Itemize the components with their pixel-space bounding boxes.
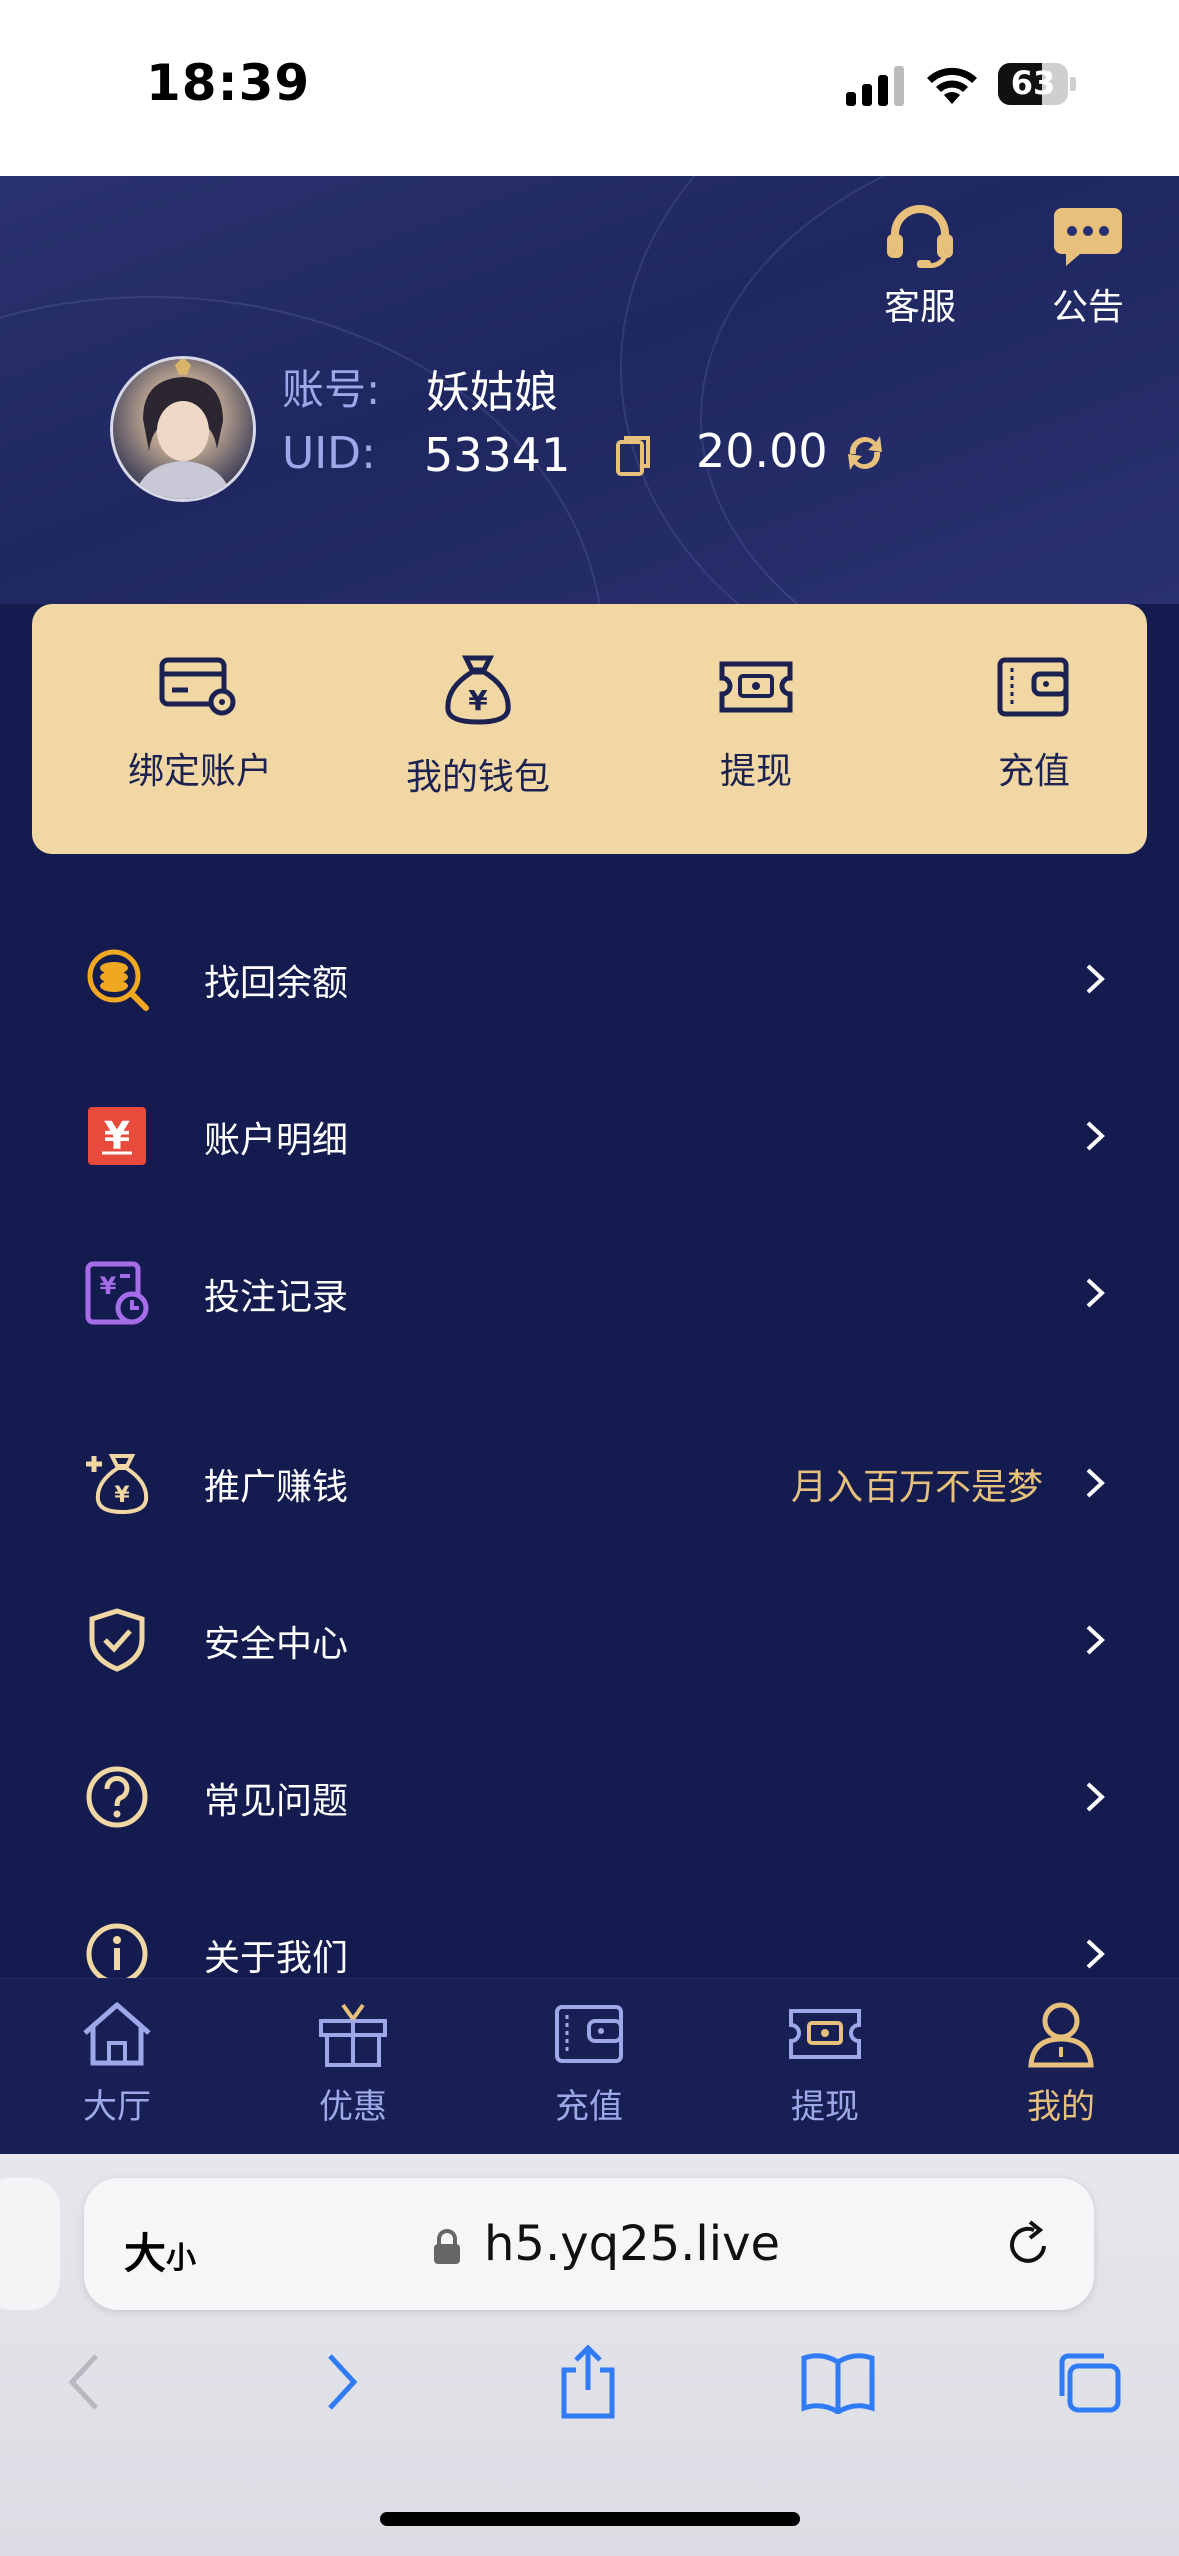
tab-label: 优惠 bbox=[319, 2087, 387, 2127]
quick-action-label: 绑定账户 bbox=[127, 751, 272, 792]
balance-amount: 20.00 bbox=[696, 424, 828, 478]
quick-action-label: 充值 bbox=[997, 751, 1070, 792]
status-time: 18:39 bbox=[146, 54, 311, 112]
menu-item-security-center[interactable]: 安全中心 bbox=[0, 1561, 1179, 1717]
text-size-big: 大 bbox=[124, 2229, 167, 2278]
coin-search-icon bbox=[87, 949, 149, 1011]
tab-label: 我的 bbox=[1027, 2087, 1095, 2127]
lock-icon bbox=[434, 2229, 460, 2264]
refresh-balance-icon[interactable] bbox=[842, 430, 888, 476]
svg-text:¥: ¥ bbox=[114, 1483, 130, 1508]
chevron-right-icon bbox=[1086, 1939, 1105, 1969]
tab-label: 提现 bbox=[791, 2087, 859, 2127]
tab-mine[interactable]: 我的 bbox=[986, 1999, 1136, 2128]
question-circle-icon bbox=[86, 1766, 148, 1828]
yuan-ledger-icon: ¥ bbox=[88, 1107, 146, 1165]
menu-item-label: 常见问题 bbox=[204, 1781, 349, 1822]
tabs-icon[interactable] bbox=[1054, 2350, 1124, 2416]
uid-label: UID: bbox=[282, 428, 376, 479]
promote-money-icon: ¥ bbox=[86, 1454, 149, 1515]
back-icon[interactable] bbox=[64, 2350, 108, 2414]
quick-action-label: 提现 bbox=[719, 751, 792, 792]
user-icon bbox=[1028, 2002, 1094, 2068]
tab-withdraw[interactable]: 提现 bbox=[750, 1999, 900, 2128]
svg-text:¥: ¥ bbox=[468, 684, 488, 717]
menu-item-promote-earn[interactable]: ¥ 推广赚钱 月入百万不是梦 bbox=[0, 1404, 1179, 1560]
status-bar: 18:39 63 bbox=[0, 0, 1179, 176]
copy-icon[interactable] bbox=[614, 434, 654, 478]
chevron-right-icon bbox=[1086, 1121, 1105, 1151]
money-bag-icon: ¥ bbox=[445, 655, 511, 725]
menu-item-label: 安全中心 bbox=[204, 1624, 349, 1665]
menu-item-recover-balance[interactable]: 找回余额 bbox=[0, 900, 1179, 1056]
gift-icon bbox=[319, 2003, 387, 2067]
menu-item-faq[interactable]: 常见问题 bbox=[0, 1718, 1179, 1874]
menu-item-label: 投注记录 bbox=[204, 1277, 349, 1318]
wallet-icon bbox=[997, 657, 1069, 717]
tab-promotions[interactable]: 优惠 bbox=[278, 1999, 428, 2128]
bottom-tab-bar: 大厅 优惠 充值 提现 我的 bbox=[0, 1978, 1179, 2155]
avatar-portrait-icon bbox=[133, 359, 233, 499]
text-size-small: 小 bbox=[166, 2241, 197, 2276]
tab-label: 充值 bbox=[555, 2087, 623, 2127]
svg-text:¥: ¥ bbox=[104, 1114, 130, 1158]
customer-service-button[interactable]: 客服 bbox=[860, 204, 980, 330]
menu-item-label: 推广赚钱 bbox=[204, 1467, 349, 1508]
address-bar[interactable]: 大小 h5.yq25.live bbox=[84, 2178, 1094, 2310]
menu-item-account-details[interactable]: ¥ 账户明细 bbox=[0, 1057, 1179, 1213]
tab-lobby[interactable]: 大厅 bbox=[42, 1999, 192, 2128]
bind-account-button[interactable]: 绑定账户 bbox=[90, 654, 310, 794]
announcement-button[interactable]: 公告 bbox=[1028, 204, 1148, 330]
bookmarks-icon[interactable] bbox=[800, 2350, 876, 2414]
battery-icon: 63 bbox=[998, 63, 1076, 105]
customer-service-label: 客服 bbox=[883, 287, 956, 328]
home-indicator bbox=[380, 2512, 800, 2526]
menu-item-label: 关于我们 bbox=[204, 1938, 349, 1978]
chevron-right-icon bbox=[1086, 1782, 1105, 1812]
bet-record-icon: ¥ bbox=[85, 1261, 149, 1325]
chevron-right-icon bbox=[1086, 1468, 1105, 1498]
menu-item-label: 账户明细 bbox=[204, 1120, 349, 1161]
forward-icon[interactable] bbox=[320, 2350, 364, 2414]
share-icon[interactable] bbox=[556, 2344, 620, 2420]
promo-slogan: 月入百万不是梦 bbox=[790, 1467, 1043, 1508]
browser-toolbar: 大小 h5.yq25.live bbox=[0, 2154, 1179, 2556]
tab-label: 大厅 bbox=[83, 2087, 151, 2127]
quick-actions-card: 绑定账户 ¥ 我的钱包 提现 充值 bbox=[32, 604, 1147, 854]
quick-action-label: 我的钱包 bbox=[405, 757, 550, 798]
menu-item-about-us[interactable]: 关于我们 bbox=[0, 1875, 1179, 1978]
avatar[interactable] bbox=[110, 356, 256, 502]
profile-header: 客服 公告 账号: 妖姑娘 UID: 53341 20.00 bbox=[0, 176, 1179, 604]
account-name: 妖姑娘 bbox=[426, 367, 558, 418]
chevron-right-icon bbox=[1086, 1625, 1105, 1655]
chevron-right-icon bbox=[1086, 1278, 1105, 1308]
menu-item-bet-records[interactable]: ¥ 投注记录 bbox=[0, 1214, 1179, 1370]
uid-value: 53341 bbox=[424, 428, 571, 482]
text-size-button[interactable]: 大小 bbox=[124, 2220, 196, 2281]
bank-card-settings-icon bbox=[159, 657, 236, 716]
ticket-cash-icon bbox=[719, 661, 793, 713]
chevron-right-icon bbox=[1086, 964, 1105, 994]
withdraw-button[interactable]: 提现 bbox=[646, 654, 866, 794]
chat-bubble-icon bbox=[1054, 208, 1122, 266]
info-circle-icon bbox=[86, 1923, 148, 1978]
account-label: 账号: bbox=[282, 365, 381, 414]
wallet-icon bbox=[555, 2005, 623, 2063]
recharge-button[interactable]: 充值 bbox=[924, 654, 1144, 794]
headset-icon bbox=[887, 205, 953, 269]
tab-recharge[interactable]: 充值 bbox=[514, 1999, 664, 2128]
my-wallet-button[interactable]: ¥ 我的钱包 bbox=[368, 654, 588, 800]
announcement-label: 公告 bbox=[1051, 287, 1124, 328]
cellular-signal-icon bbox=[846, 66, 904, 106]
svg-text:¥: ¥ bbox=[100, 1272, 117, 1300]
reload-icon[interactable] bbox=[1002, 2218, 1054, 2270]
previous-tab-preview[interactable] bbox=[0, 2178, 60, 2310]
ticket-cash-icon bbox=[789, 2009, 861, 2059]
home-icon bbox=[83, 2002, 151, 2066]
wifi-icon bbox=[927, 67, 977, 104]
shield-check-icon bbox=[89, 1608, 145, 1672]
url-text: h5.yq25.live bbox=[484, 2216, 781, 2272]
menu-item-label: 找回余额 bbox=[204, 963, 349, 1004]
battery-level: 63 bbox=[1010, 64, 1056, 102]
